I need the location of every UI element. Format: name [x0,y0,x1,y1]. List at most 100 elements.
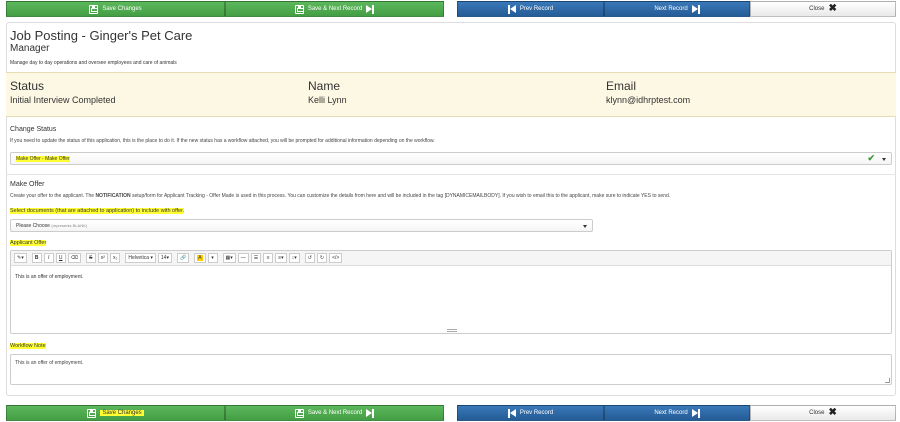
email-value: klynn@idhrptest.com [606,95,691,105]
table-icon[interactable]: ▦▾ [222,253,236,263]
font-family-value: Helvetica [128,255,149,261]
top-button-bar: Save Changes Save & Next Record Prev Rec… [6,1,896,17]
name-value: Kelli Lynn [308,95,347,105]
italic-button[interactable]: I [43,253,54,263]
documents-select-value: Please Choose [16,222,50,229]
save-next-label: Save & Next Record [307,6,363,12]
workflow-note-value: This is an offer of employment. [15,360,84,366]
skip-next-icon [691,408,700,418]
job-description: Manage day to day operations and oversee… [10,60,177,66]
status-heading: Status [10,79,45,93]
change-status-selected: Make Offer - Make Offer [16,155,70,162]
applicant-offer-label: Applicant Offer [10,240,47,246]
applicant-offer-label-text: Applicant Offer [10,240,47,246]
horizontal-rule-icon[interactable]: — [237,253,249,263]
checkmark-icon: ✔ [867,153,875,163]
skip-prev-icon [507,408,516,418]
documents-select[interactable]: Please Choose (represents BLANK) [10,219,593,232]
prev-record-label: Prev Record [519,410,554,416]
save-next-record-button[interactable]: Save & Next Record [225,405,444,421]
applicant-info-bar: Status Initial Interview Completed Name … [6,72,896,117]
superscript-button[interactable]: x² [97,253,108,263]
save-next-record-button[interactable]: Save & Next Record [225,1,444,17]
save-icon [89,4,99,14]
workflow-note-label: Workflow Note [10,343,46,349]
next-record-label: Next Record [654,6,688,12]
save-icon [294,408,304,418]
workflow-note-input[interactable]: This is an offer of employment. [10,354,892,385]
make-offer-help: Create your offer to the applicant. The … [10,193,670,199]
section-divider [6,174,896,175]
save-next-label: Save & Next Record [307,410,363,416]
link-icon[interactable]: 🔗 [176,253,190,263]
next-record-button[interactable]: Next Record [604,405,750,421]
unordered-list-icon[interactable]: ☰ [250,253,262,263]
editor-content[interactable]: This is an offer of employment. [11,266,891,288]
close-button[interactable]: Close ✖ [750,1,896,17]
change-status-label: Change Status [10,126,57,133]
redo-icon[interactable]: ↻ [316,253,328,263]
code-view-icon[interactable]: </> [329,253,343,263]
prev-record-button[interactable]: Prev Record [457,405,604,421]
prev-record-button[interactable]: Prev Record [457,1,604,17]
font-size-value: 14 [160,255,167,261]
close-label: Close [809,410,825,416]
make-offer-help-post: setup/form for Applicant Tracking - Offe… [130,193,671,199]
make-offer-help-pre: Create your offer to the applicant. The [10,193,96,199]
text-color-button[interactable]: A [194,253,206,263]
resize-handle[interactable] [447,329,457,332]
save-changes-button[interactable]: Save Changes [6,405,225,421]
change-status-select[interactable]: Make Offer - Make Offer ✔ [10,152,892,165]
documents-label: Select documents (that are attached to a… [10,208,185,214]
save-changes-label: Save Changes [100,410,144,416]
bold-button[interactable]: B [31,253,42,263]
close-icon: ✖ [828,3,837,14]
bottom-button-bar: Save Changes Save & Next Record Prev Rec… [6,405,896,421]
make-offer-help-bold: NOTIFICATION [95,193,131,199]
next-record-label: Next Record [654,410,688,416]
strikethrough-button[interactable]: S [85,253,96,263]
chevron-down-icon [583,224,587,228]
font-size-dropdown[interactable]: 14 ▾ [157,253,172,263]
make-offer-label: Make Offer [10,181,45,188]
undo-icon[interactable]: ↺ [304,253,315,263]
editor-toolbar: ✎▾ B I U ⌫ S x² x₂ Helvetica ▾ 14 ▾ 🔗 A ▾… [11,251,891,266]
underline-button[interactable]: U [55,253,66,263]
page-title: Job Posting - Ginger's Pet Care [10,28,193,43]
close-label: Close [809,6,825,12]
eraser-icon[interactable]: ⌫ [67,253,81,263]
documents-label-text: Select documents (that are attached to a… [10,208,185,214]
name-heading: Name [308,79,341,93]
style-dropdown-button[interactable]: ✎▾ [14,253,27,263]
textarea-resize-grip[interactable] [885,378,890,383]
align-icon[interactable]: ≡▾ [275,253,287,263]
applicant-offer-editor[interactable]: ✎▾ B I U ⌫ S x² x₂ Helvetica ▾ 14 ▾ 🔗 A ▾… [10,250,892,334]
status-value: Initial Interview Completed [10,95,116,105]
font-family-dropdown[interactable]: Helvetica ▾ [125,253,156,263]
change-status-help: If you need to update the status of this… [10,138,435,144]
skip-prev-icon [507,4,516,14]
prev-record-label: Prev Record [519,6,554,12]
save-icon [294,4,304,14]
email-column: Email klynn@idhrptest.com [606,79,690,105]
close-icon: ✖ [828,407,837,418]
subscript-button[interactable]: x₂ [109,253,121,263]
skip-next-icon [691,4,700,14]
email-heading: Email [606,79,637,93]
documents-select-hint: (represents BLANK) [51,223,88,228]
line-height-icon[interactable]: ↕▾ [288,253,300,263]
save-changes-label: Save Changes [102,6,142,12]
color-dropdown-caret[interactable]: ▾ [207,253,218,263]
skip-next-icon [366,4,375,14]
ordered-list-icon[interactable]: ≡ [263,253,274,263]
save-changes-button[interactable]: Save Changes [6,1,225,17]
status-column: Status Initial Interview Completed [10,79,116,105]
save-icon [87,408,97,418]
workflow-note-label-text: Workflow Note [10,343,46,349]
chevron-down-icon [882,157,886,161]
skip-next-icon [366,408,375,418]
name-column: Name Kelli Lynn [308,79,347,105]
close-button[interactable]: Close ✖ [750,405,896,421]
next-record-button[interactable]: Next Record [604,1,750,17]
job-position: Manager [10,43,50,54]
